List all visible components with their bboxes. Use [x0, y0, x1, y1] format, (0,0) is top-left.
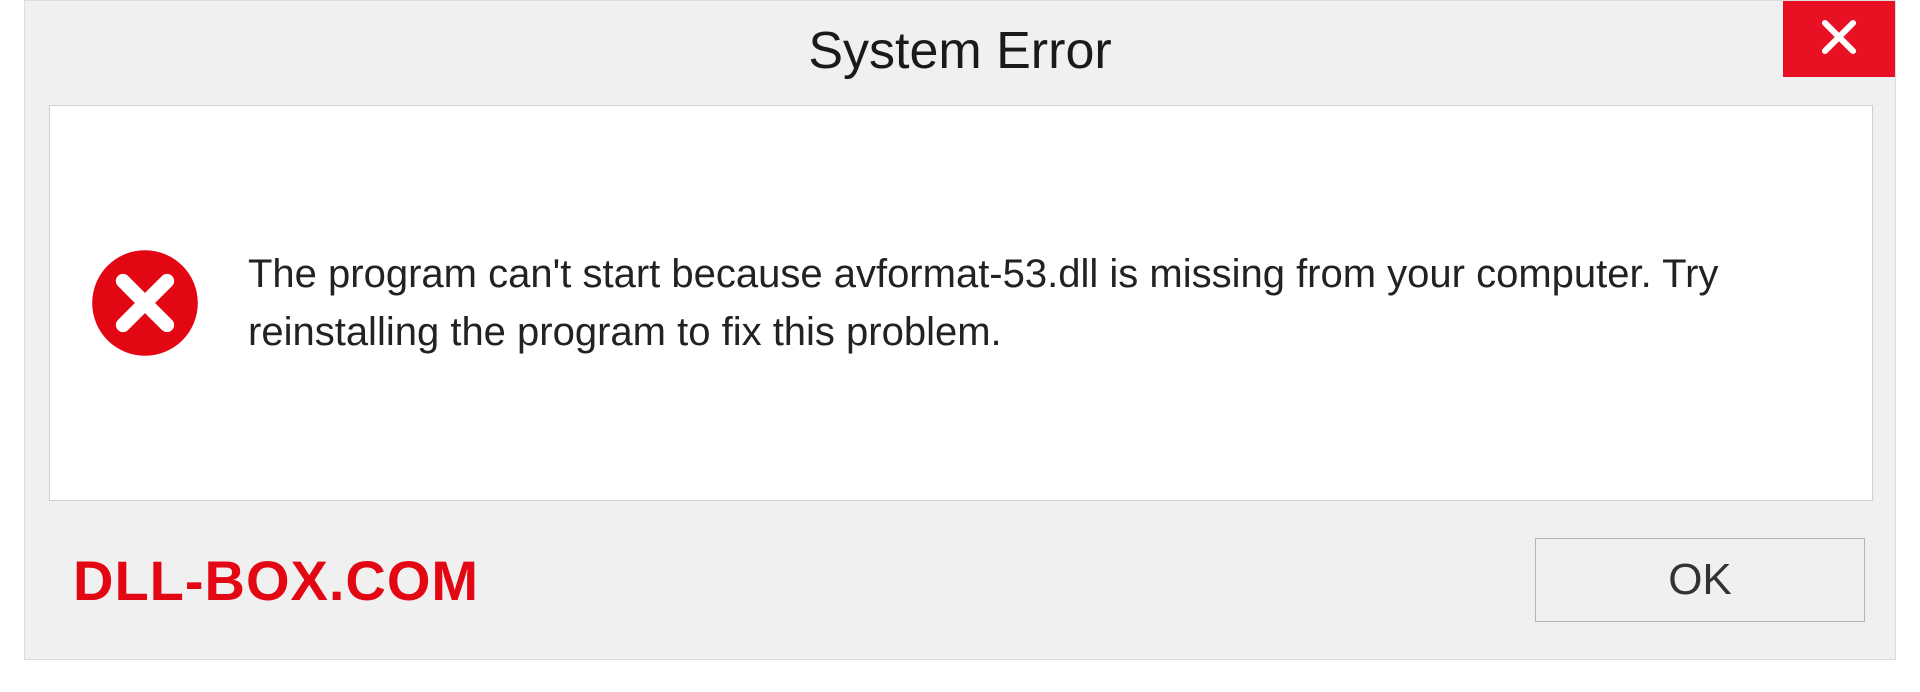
- titlebar: System Error: [25, 1, 1895, 91]
- dialog-title: System Error: [808, 21, 1111, 81]
- watermark-text: DLL-BOX.COM: [49, 548, 479, 613]
- ok-button[interactable]: OK: [1535, 538, 1865, 622]
- error-dialog: System Error The program can't start bec…: [24, 0, 1896, 660]
- close-button[interactable]: [1783, 1, 1895, 77]
- error-icon: [90, 248, 200, 358]
- dialog-footer: DLL-BOX.COM OK: [49, 525, 1871, 635]
- content-panel: The program can't start because avformat…: [49, 105, 1873, 501]
- error-message: The program can't start because avformat…: [248, 245, 1832, 361]
- close-icon: [1818, 16, 1860, 63]
